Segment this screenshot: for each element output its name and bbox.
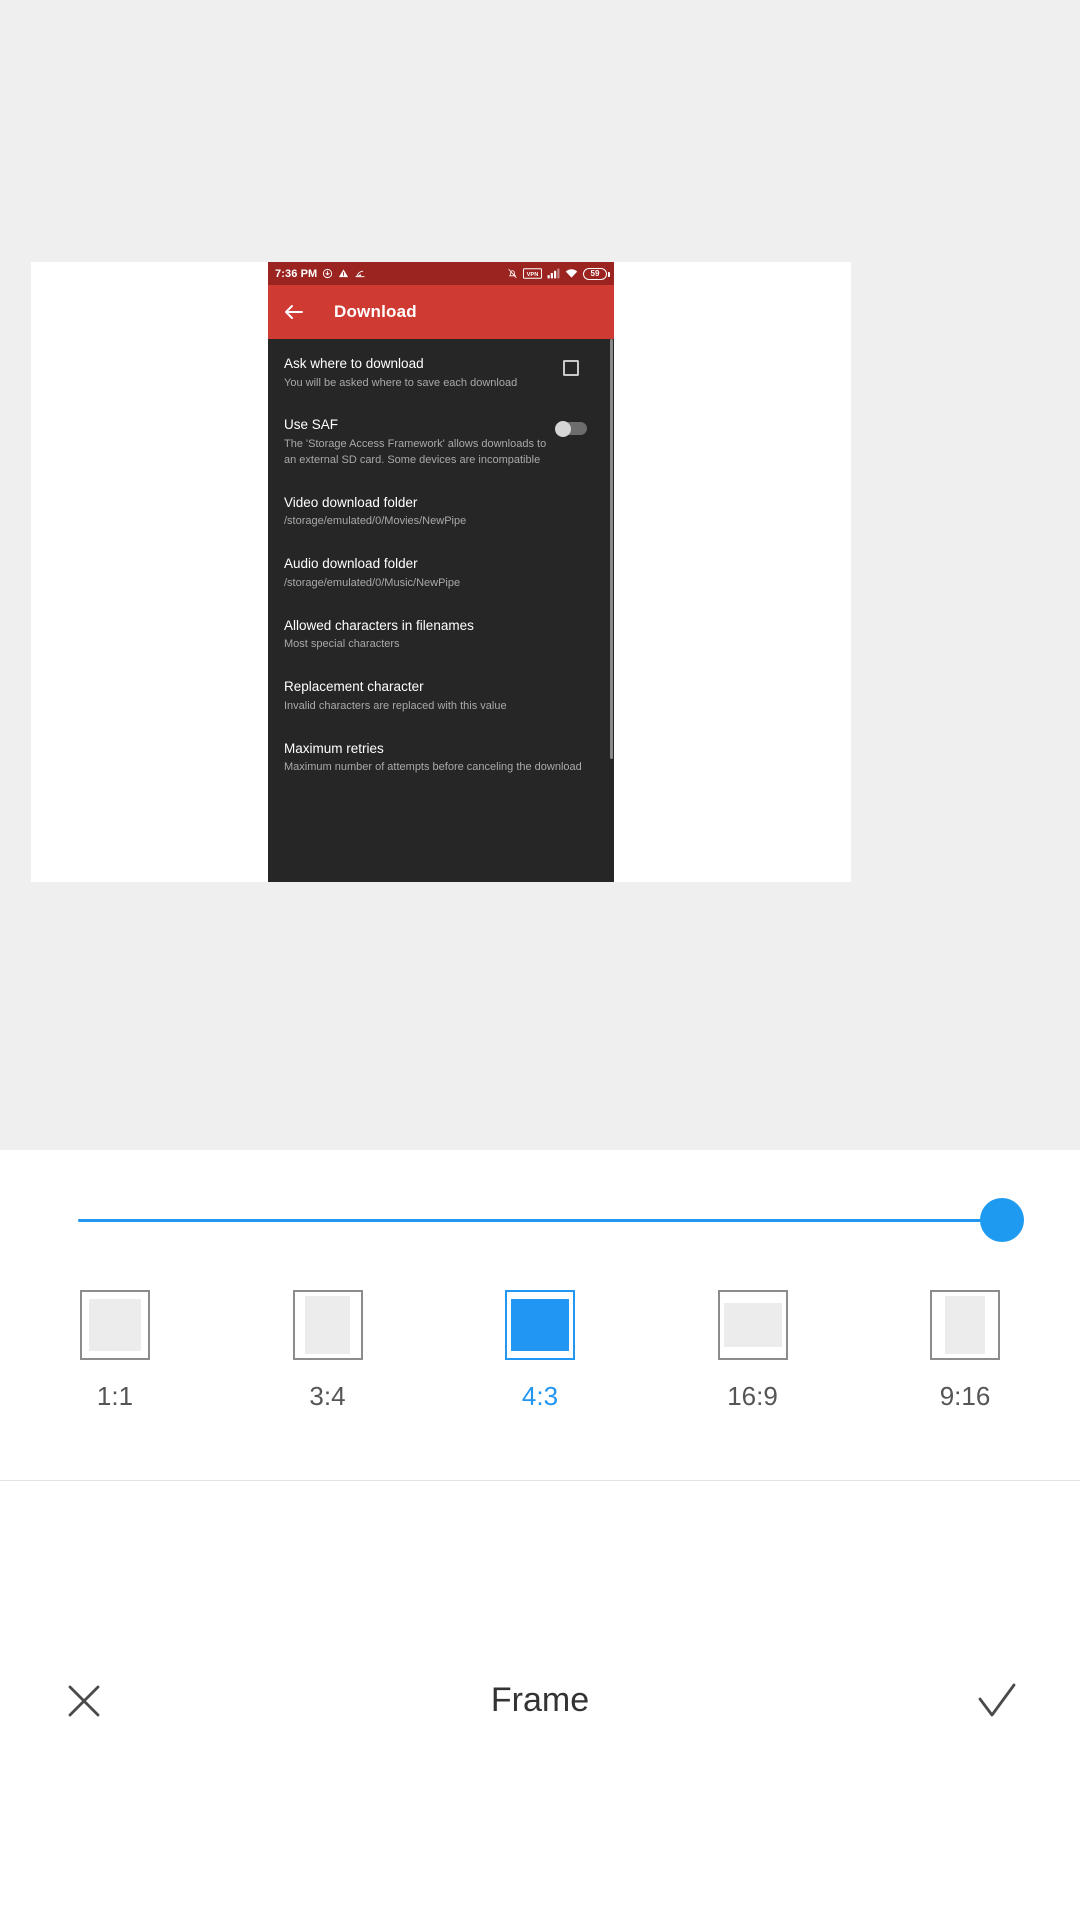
app-bar-title: Download bbox=[334, 302, 417, 321]
editor-canvas[interactable]: 7:36 PM VPN 59 Download Ask where to dow… bbox=[0, 0, 1080, 1150]
app-bar: Download bbox=[268, 285, 614, 339]
preference-title: Replacement character bbox=[284, 679, 424, 695]
preference-summary: /storage/emulated/0/Movies/NewPipe bbox=[284, 515, 467, 528]
vpn-icon: VPN bbox=[523, 268, 542, 279]
aspect-ratio-option-3-4[interactable]: 3:4 bbox=[259, 1290, 397, 1409]
aspect-ratio-preview-fill bbox=[945, 1296, 985, 1354]
battery-icon: 59 bbox=[583, 267, 610, 280]
preference-text: Replacement character Invalid characters… bbox=[284, 679, 588, 714]
battery-level-label: 59 bbox=[590, 268, 600, 278]
editor-action-bar: Frame bbox=[0, 1480, 1080, 1920]
preference-widget[interactable] bbox=[554, 356, 588, 376]
preference-text: Use SAF The 'Storage Access Framework' a… bbox=[284, 417, 548, 468]
frame-size-slider-row bbox=[0, 1150, 1080, 1290]
preference-summary: Maximum number of attempts before cancel… bbox=[284, 761, 582, 774]
slider-track[interactable] bbox=[78, 1219, 1002, 1222]
list-scrollbar[interactable] bbox=[610, 339, 613, 759]
aspect-ratio-label: 16:9 bbox=[727, 1381, 778, 1411]
preference-title: Allowed characters in filenames bbox=[284, 617, 474, 633]
aspect-ratio-preview-fill bbox=[305, 1296, 350, 1354]
preference-row[interactable]: Audio download folder /storage/emulated/… bbox=[268, 543, 614, 604]
aspect-ratio-preview[interactable] bbox=[717, 1290, 788, 1360]
preference-row[interactable]: Video download folder /storage/emulated/… bbox=[268, 482, 614, 543]
preference-summary: Invalid characters are replaced with thi… bbox=[284, 699, 507, 712]
preference-row[interactable]: Use SAF The 'Storage Access Framework' a… bbox=[268, 404, 614, 481]
editor-controls-panel: 1:1 3:4 4:3 16:9 9:16 Frame bbox=[0, 1150, 1080, 1920]
status-bar-left: 7:36 PM bbox=[275, 268, 366, 280]
preference-text: Allowed characters in filenames Most spe… bbox=[284, 618, 588, 653]
close-icon bbox=[68, 1685, 100, 1716]
aspect-ratio-preview-fill bbox=[723, 1303, 782, 1347]
aspect-ratio-preview[interactable] bbox=[80, 1290, 150, 1360]
wifi-icon bbox=[565, 269, 578, 278]
aspect-ratio-preview-fill bbox=[511, 1299, 569, 1351]
preference-text: Video download folder /storage/emulated/… bbox=[284, 495, 588, 530]
preference-row[interactable]: Ask where to download You will be asked … bbox=[268, 343, 614, 404]
aspect-ratio-option-4-3[interactable]: 4:3 bbox=[471, 1290, 609, 1409]
aspect-ratio-option-1-1[interactable]: 1:1 bbox=[46, 1290, 184, 1409]
preference-row[interactable]: Maximum retries Maximum number of attemp… bbox=[268, 728, 614, 789]
preference-title: Video download folder bbox=[284, 494, 418, 510]
aspect-ratio-preview[interactable] bbox=[505, 1290, 575, 1360]
preference-row[interactable]: Replacement character Invalid characters… bbox=[268, 666, 614, 727]
aspect-ratio-label: 9:16 bbox=[939, 1381, 991, 1411]
preference-title: Maximum retries bbox=[284, 740, 384, 756]
photo-editor-screen: 7:36 PM VPN 59 Download Ask where to dow… bbox=[0, 0, 1080, 1920]
warning-icon bbox=[339, 269, 349, 278]
mute-bell-icon bbox=[508, 268, 517, 279]
toggle-use-saf[interactable] bbox=[555, 421, 587, 438]
slider-thumb[interactable] bbox=[980, 1198, 1024, 1242]
cancel-button[interactable] bbox=[56, 1673, 112, 1729]
preference-summary: /storage/emulated/0/Music/NewPipe bbox=[284, 576, 461, 589]
aspect-ratio-label: 3:4 bbox=[309, 1381, 346, 1411]
aspect-ratio-preview-fill bbox=[89, 1299, 141, 1351]
preference-title: Use SAF bbox=[284, 417, 339, 433]
preference-row[interactable]: Allowed characters in filenames Most spe… bbox=[268, 605, 614, 666]
frame-size-slider[interactable] bbox=[78, 1190, 1024, 1250]
preference-text: Audio download folder /storage/emulated/… bbox=[284, 556, 588, 591]
preference-title: Audio download folder bbox=[284, 556, 418, 572]
status-bar-right: VPN 59 bbox=[507, 267, 610, 280]
download-icon bbox=[323, 268, 333, 279]
back-arrow-icon[interactable] bbox=[282, 300, 306, 324]
preference-text: Maximum retries Maximum number of attemp… bbox=[284, 741, 588, 776]
aspect-ratio-label: 4:3 bbox=[521, 1381, 559, 1411]
android-status-bar: 7:36 PM VPN 59 bbox=[268, 262, 614, 285]
aspect-ratio-option-16-9[interactable]: 16:9 bbox=[684, 1290, 822, 1409]
toggle-knob bbox=[555, 421, 571, 438]
confirm-button[interactable] bbox=[968, 1673, 1024, 1729]
svg-text:VPN: VPN bbox=[527, 272, 539, 278]
signal-bars-icon bbox=[547, 268, 560, 279]
aspect-ratio-selector: 1:1 3:4 4:3 16:9 9:16 bbox=[0, 1290, 1080, 1480]
aspect-ratio-option-9-16[interactable]: 9:16 bbox=[896, 1290, 1034, 1409]
tool-title: Frame bbox=[490, 1681, 590, 1719]
preference-summary: The 'Storage Access Framework' allows do… bbox=[284, 438, 547, 466]
status-bar-clock: 7:36 PM bbox=[275, 267, 318, 280]
preference-text: Ask where to download You will be asked … bbox=[284, 356, 548, 391]
preference-summary: You will be asked where to save each dow… bbox=[284, 376, 518, 389]
aspect-ratio-preview[interactable] bbox=[292, 1290, 363, 1360]
aspect-ratio-label: 1:1 bbox=[96, 1381, 134, 1411]
photo-frame[interactable]: 7:36 PM VPN 59 Download Ask where to dow… bbox=[31, 262, 851, 882]
download-settings-list[interactable]: Ask where to download You will be asked … bbox=[268, 339, 614, 882]
checkbox-ask-where-to-download[interactable] bbox=[563, 360, 579, 376]
preference-widget[interactable] bbox=[554, 417, 588, 438]
preference-summary: Most special characters bbox=[284, 638, 400, 651]
check-icon bbox=[978, 1683, 1016, 1716]
aspect-ratio-preview[interactable] bbox=[930, 1290, 1000, 1360]
framed-screenshot: 7:36 PM VPN 59 Download Ask where to dow… bbox=[268, 262, 614, 882]
preference-title: Ask where to download bbox=[284, 356, 424, 371]
screenshot-icon bbox=[355, 270, 365, 278]
